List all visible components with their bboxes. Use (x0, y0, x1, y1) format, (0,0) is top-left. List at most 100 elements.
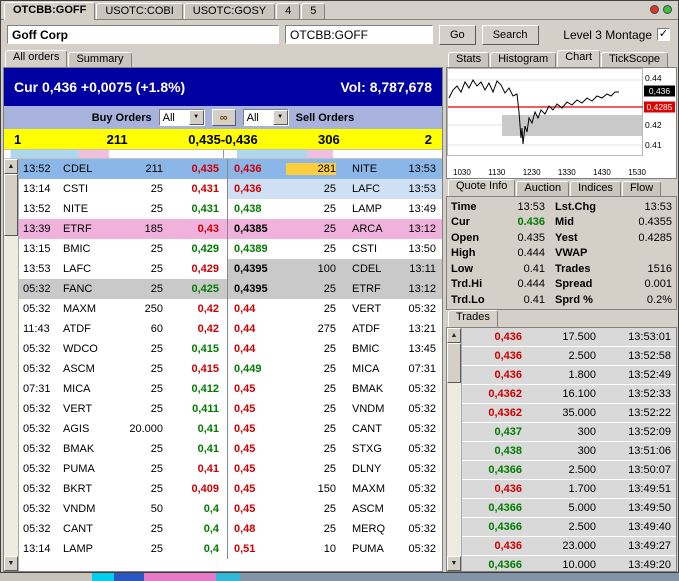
scroll-up-icon[interactable]: ▲ (4, 159, 18, 174)
book-scrollbar-thumb[interactable] (4, 174, 18, 236)
buy-order[interactable]: 05:32 AGIS 20.000 0,41 (19, 419, 227, 439)
sell-order[interactable]: 0,45 25 CANT 05:32 (227, 419, 442, 439)
scroll-up-icon[interactable]: ▲ (447, 328, 461, 343)
buy-order[interactable]: 05:32 BKRT 25 0,409 (19, 479, 227, 499)
tab-flow[interactable]: Flow (621, 181, 662, 196)
tab-summary[interactable]: Summary (68, 52, 132, 67)
trades-scrollbar[interactable]: ▲ ▼ (447, 328, 462, 571)
book-scrollbar-track[interactable] (4, 236, 18, 556)
trade-row[interactable]: 0,436 2.500 13:52:58 (462, 347, 676, 366)
buy-order[interactable]: 05:32 MAXM 250 0,42 (19, 299, 227, 319)
chevron-down-icon[interactable]: ▼ (188, 110, 204, 125)
order-book-row[interactable]: 13:15 BMIC 25 0,429 0,4389 25 CSTI 13:50 (19, 239, 442, 259)
chevron-down-icon[interactable]: ▼ (272, 110, 288, 125)
level3-montage-checkbox[interactable]: ✓ (657, 28, 670, 41)
buy-order[interactable]: 13:52 CDEL 211 0,435 (19, 159, 227, 179)
sell-order[interactable]: 0,449 25 MICA 07:31 (227, 359, 442, 379)
buy-order[interactable]: 13:39 ETRF 185 0,43 (19, 219, 227, 239)
go-button[interactable]: Go (439, 24, 476, 45)
order-book-row[interactable]: 13:52 CDEL 211 0,435 0,436 281 NITE 13:53 (19, 159, 442, 179)
buy-order[interactable]: 13:53 LAFC 25 0,429 (19, 259, 227, 279)
trade-row[interactable]: 0,436 17.500 13:53:01 (462, 328, 676, 347)
order-book-row[interactable]: 05:32 BKRT 25 0,409 0,45 150 MAXM 05:32 (19, 479, 442, 499)
order-book-row[interactable]: 11:43 ATDF 60 0,42 0,44 275 ATDF 13:21 (19, 319, 442, 339)
trade-row[interactable]: 0,4362 35.000 13:52:22 (462, 404, 676, 423)
trade-row[interactable]: 0,438 300 13:51:06 (462, 442, 676, 461)
order-book-row[interactable]: 05:32 BMAK 25 0,41 0,45 25 STXG 05:32 (19, 439, 442, 459)
sell-order[interactable]: 0,44 275 ATDF 13:21 (227, 319, 442, 339)
sell-order[interactable]: 0,44 25 BMIC 13:45 (227, 339, 442, 359)
buy-orders-filter-select[interactable]: All ▼ (158, 109, 205, 126)
order-book-row[interactable]: 05:32 PUMA 25 0,41 0,45 25 DLNY 05:32 (19, 459, 442, 479)
sell-order[interactable]: 0,45 25 DLNY 05:32 (227, 459, 442, 479)
trade-row[interactable]: 0,4366 5.000 13:49:50 (462, 499, 676, 518)
tab-4[interactable]: 4 (276, 3, 301, 19)
order-book-row[interactable]: 13:14 LAMP 25 0,4 0,51 10 PUMA 05:32 (19, 539, 442, 559)
buy-order[interactable]: 05:32 FANC 25 0,425 (19, 279, 227, 299)
tab-usotc-cobi[interactable]: USOTC:COBI (96, 3, 183, 19)
company-name-field[interactable]: Goff Corp (7, 25, 279, 44)
order-book-row[interactable]: 13:52 NITE 25 0,431 0,438 25 LAMP 13:49 (19, 199, 442, 219)
tab-all-orders[interactable]: All orders (5, 50, 68, 67)
trade-row[interactable]: 0,4362 16.100 13:52:33 (462, 385, 676, 404)
order-book-row[interactable]: 05:32 VNDM 50 0,4 0,45 25 ASCM 05:32 (19, 499, 442, 519)
buy-order[interactable]: 05:32 VERT 25 0,411 (19, 399, 227, 419)
order-book-row[interactable]: 13:39 ETRF 185 0,43 0,4385 25 ARCA 13:12 (19, 219, 442, 239)
sell-order[interactable]: 0,4385 25 ARCA 13:12 (227, 219, 442, 239)
buy-order[interactable]: 05:32 VNDM 50 0,4 (19, 499, 227, 519)
buy-order[interactable]: 05:32 WDCO 25 0,415 (19, 339, 227, 359)
buy-order[interactable]: 13:14 LAMP 25 0,4 (19, 539, 227, 559)
tab-auction[interactable]: Auction (516, 181, 570, 196)
sell-orders-filter-select[interactable]: All ▼ (242, 109, 289, 126)
tab-otcbb-goff[interactable]: OTCBB:GOFF (4, 2, 96, 20)
trade-row[interactable]: 0,436 1.700 13:49:51 (462, 480, 676, 499)
tab-quote-info[interactable]: Quote Info (448, 179, 516, 196)
tab-indices[interactable]: Indices (570, 181, 621, 196)
tab-tickscope[interactable]: TickScope (601, 52, 669, 67)
maximize-icon[interactable] (663, 5, 672, 14)
order-book-row[interactable]: 05:32 CANT 25 0,4 0,48 25 MERQ 05:32 (19, 519, 442, 539)
buy-order[interactable]: 05:32 PUMA 25 0,41 (19, 459, 227, 479)
buy-order[interactable]: 05:32 ASCM 25 0,415 (19, 359, 227, 379)
tab-usotc-gosy[interactable]: USOTC:GOSY (183, 3, 276, 19)
trades-scrollbar-track[interactable] (447, 383, 461, 556)
order-book-row[interactable]: 05:32 VERT 25 0,411 0,45 25 VNDM 05:32 (19, 399, 442, 419)
sell-order[interactable]: 0,44 25 VERT 05:32 (227, 299, 442, 319)
buy-order[interactable]: 07:31 MICA 25 0,412 (19, 379, 227, 399)
buy-order[interactable]: 05:32 CANT 25 0,4 (19, 519, 227, 539)
sell-order[interactable]: 0,45 25 STXG 05:32 (227, 439, 442, 459)
order-book-row[interactable]: 07:31 MICA 25 0,412 0,45 25 BMAK 05:32 (19, 379, 442, 399)
tab-5[interactable]: 5 (301, 3, 326, 19)
buy-order[interactable]: 13:52 NITE 25 0,431 (19, 199, 227, 219)
trade-row[interactable]: 0,4366 10.000 13:49:20 (462, 556, 676, 571)
buy-order[interactable]: 13:15 BMIC 25 0,429 (19, 239, 227, 259)
order-book-row[interactable]: 05:32 ASCM 25 0,415 0,449 25 MICA 07:31 (19, 359, 442, 379)
trade-row[interactable]: 0,437 300 13:52:09 (462, 423, 676, 442)
trades-scrollbar-thumb[interactable] (447, 343, 461, 383)
sell-order[interactable]: 0,45 150 MAXM 05:32 (227, 479, 442, 499)
trade-row[interactable]: 0,4366 2.500 13:50:07 (462, 461, 676, 480)
sell-order[interactable]: 0,48 25 MERQ 05:32 (227, 519, 442, 539)
order-book-row[interactable]: 05:32 MAXM 250 0,42 0,44 25 VERT 05:32 (19, 299, 442, 319)
trade-row[interactable]: 0,436 23.000 13:49:27 (462, 537, 676, 556)
sell-order[interactable]: 0,4395 100 CDEL 13:11 (227, 259, 442, 279)
sell-order[interactable]: 0,438 25 LAMP 13:49 (227, 199, 442, 219)
order-book-row[interactable]: 13:14 CSTI 25 0,431 0,436 25 LAFC 13:53 (19, 179, 442, 199)
tab-trades[interactable]: Trades (448, 310, 498, 327)
search-button[interactable]: Search (481, 24, 539, 45)
order-book-row[interactable]: 13:53 LAFC 25 0,429 0,4395 100 CDEL 13:11 (19, 259, 442, 279)
order-book-row[interactable]: 05:32 AGIS 20.000 0,41 0,45 25 CANT 05:32 (19, 419, 442, 439)
sell-order[interactable]: 0,4389 25 CSTI 13:50 (227, 239, 442, 259)
tab-stats[interactable]: Stats (448, 52, 490, 67)
sell-order[interactable]: 0,436 25 LAFC 13:53 (227, 179, 442, 199)
scroll-down-icon[interactable]: ▼ (4, 556, 18, 571)
buy-order[interactable]: 05:32 BMAK 25 0,41 (19, 439, 227, 459)
tab-histogram[interactable]: Histogram (490, 52, 557, 67)
scroll-down-icon[interactable]: ▼ (447, 556, 461, 571)
sell-order[interactable]: 0,436 281 NITE 13:53 (227, 159, 442, 179)
link-filters-button[interactable]: ∞ (211, 109, 236, 126)
sell-order[interactable]: 0,45 25 BMAK 05:32 (227, 379, 442, 399)
buy-order[interactable]: 13:14 CSTI 25 0,431 (19, 179, 227, 199)
trade-row[interactable]: 0,436 1.800 13:52:49 (462, 366, 676, 385)
buy-order[interactable]: 11:43 ATDF 60 0,42 (19, 319, 227, 339)
